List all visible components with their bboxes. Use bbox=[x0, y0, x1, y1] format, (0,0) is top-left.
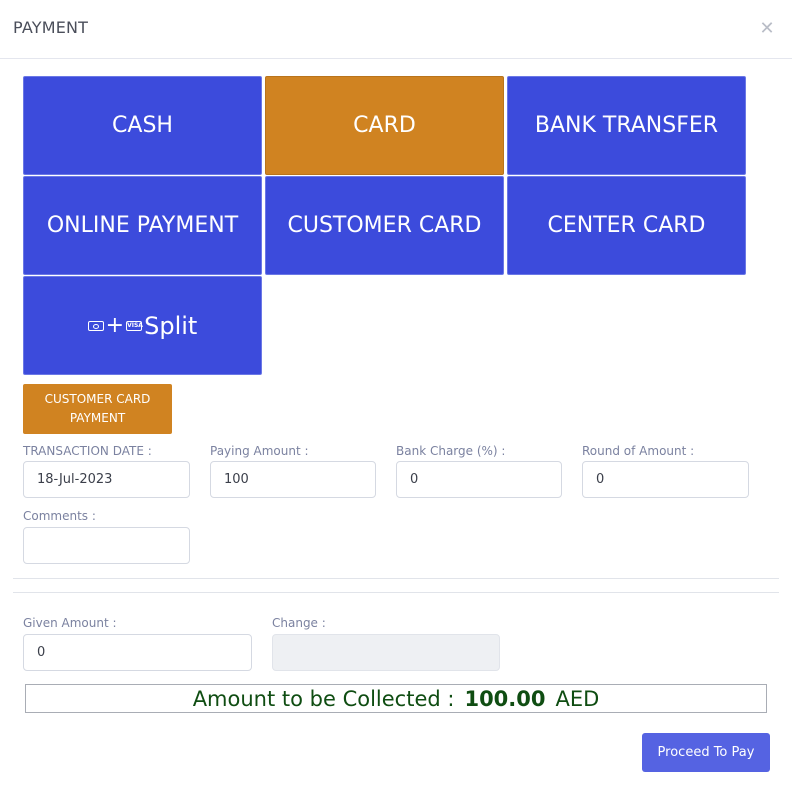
payment-method-label: ONLINE PAYMENT bbox=[46, 213, 239, 238]
proceed-to-pay-button[interactable]: Proceed To Pay bbox=[642, 733, 770, 772]
payment-method-label: BANK TRANSFER bbox=[534, 113, 719, 138]
customer-card-payment-button[interactable]: CUSTOMER CARD PAYMENT bbox=[23, 384, 172, 434]
payment-method-online-payment[interactable]: ONLINE PAYMENT bbox=[23, 176, 262, 275]
modal-title: PAYMENT bbox=[13, 18, 89, 37]
amount-to-collect-box: Amount to be Collected : 100.00 AED bbox=[25, 684, 767, 713]
round-of-amount-label: Round of Amount : bbox=[582, 444, 695, 458]
paying-amount-input[interactable] bbox=[210, 461, 376, 498]
close-icon[interactable]: ✕ bbox=[758, 20, 776, 38]
payment-method-label: CENTER CARD bbox=[547, 213, 706, 238]
payment-method-card[interactable]: CARD bbox=[265, 76, 504, 175]
amount-to-collect-value: 100.00 bbox=[464, 686, 546, 711]
customer-card-payment-label: CUSTOMER CARD PAYMENT bbox=[44, 392, 151, 425]
payment-method-label: Split bbox=[144, 311, 198, 340]
payment-method-customer-card[interactable]: CUSTOMER CARD bbox=[265, 176, 504, 275]
payment-method-label: CASH bbox=[112, 113, 173, 138]
payment-method-bank-transfer[interactable]: BANK TRANSFER bbox=[507, 76, 746, 175]
modal-header: PAYMENT ✕ bbox=[0, 0, 792, 59]
comments-label: Comments : bbox=[23, 509, 96, 523]
amount-to-collect-currency: AED bbox=[555, 686, 600, 711]
paying-amount-label: Paying Amount : bbox=[210, 444, 309, 458]
plus-icon: + bbox=[105, 313, 125, 338]
payment-method-label: CUSTOMER CARD bbox=[287, 213, 482, 238]
payment-method-cash[interactable]: CASH bbox=[23, 76, 262, 175]
change-label: Change : bbox=[272, 616, 326, 630]
change-input bbox=[272, 634, 500, 671]
bank-charge-label: Bank Charge (%) : bbox=[396, 444, 506, 458]
visa-card-icon: VISA bbox=[126, 320, 143, 331]
comments-input[interactable] bbox=[23, 527, 190, 564]
payment-method-split[interactable]: + VISA Split bbox=[23, 276, 262, 375]
divider bbox=[13, 592, 779, 593]
given-amount-label: Given Amount : bbox=[23, 616, 117, 630]
given-amount-input[interactable] bbox=[23, 634, 252, 671]
round-of-amount-input[interactable] bbox=[582, 461, 749, 498]
split-label-group: + VISA Split bbox=[87, 311, 198, 340]
payment-method-label: CARD bbox=[353, 113, 416, 138]
payment-method-center-card[interactable]: CENTER CARD bbox=[507, 176, 746, 275]
transaction-date-label: TRANSACTION DATE : bbox=[23, 444, 152, 458]
amount-to-collect-label: Amount to be Collected : bbox=[192, 686, 455, 711]
transaction-date-input[interactable] bbox=[23, 461, 190, 498]
divider bbox=[13, 578, 779, 579]
cash-icon bbox=[87, 320, 104, 331]
bank-charge-input[interactable] bbox=[396, 461, 562, 498]
